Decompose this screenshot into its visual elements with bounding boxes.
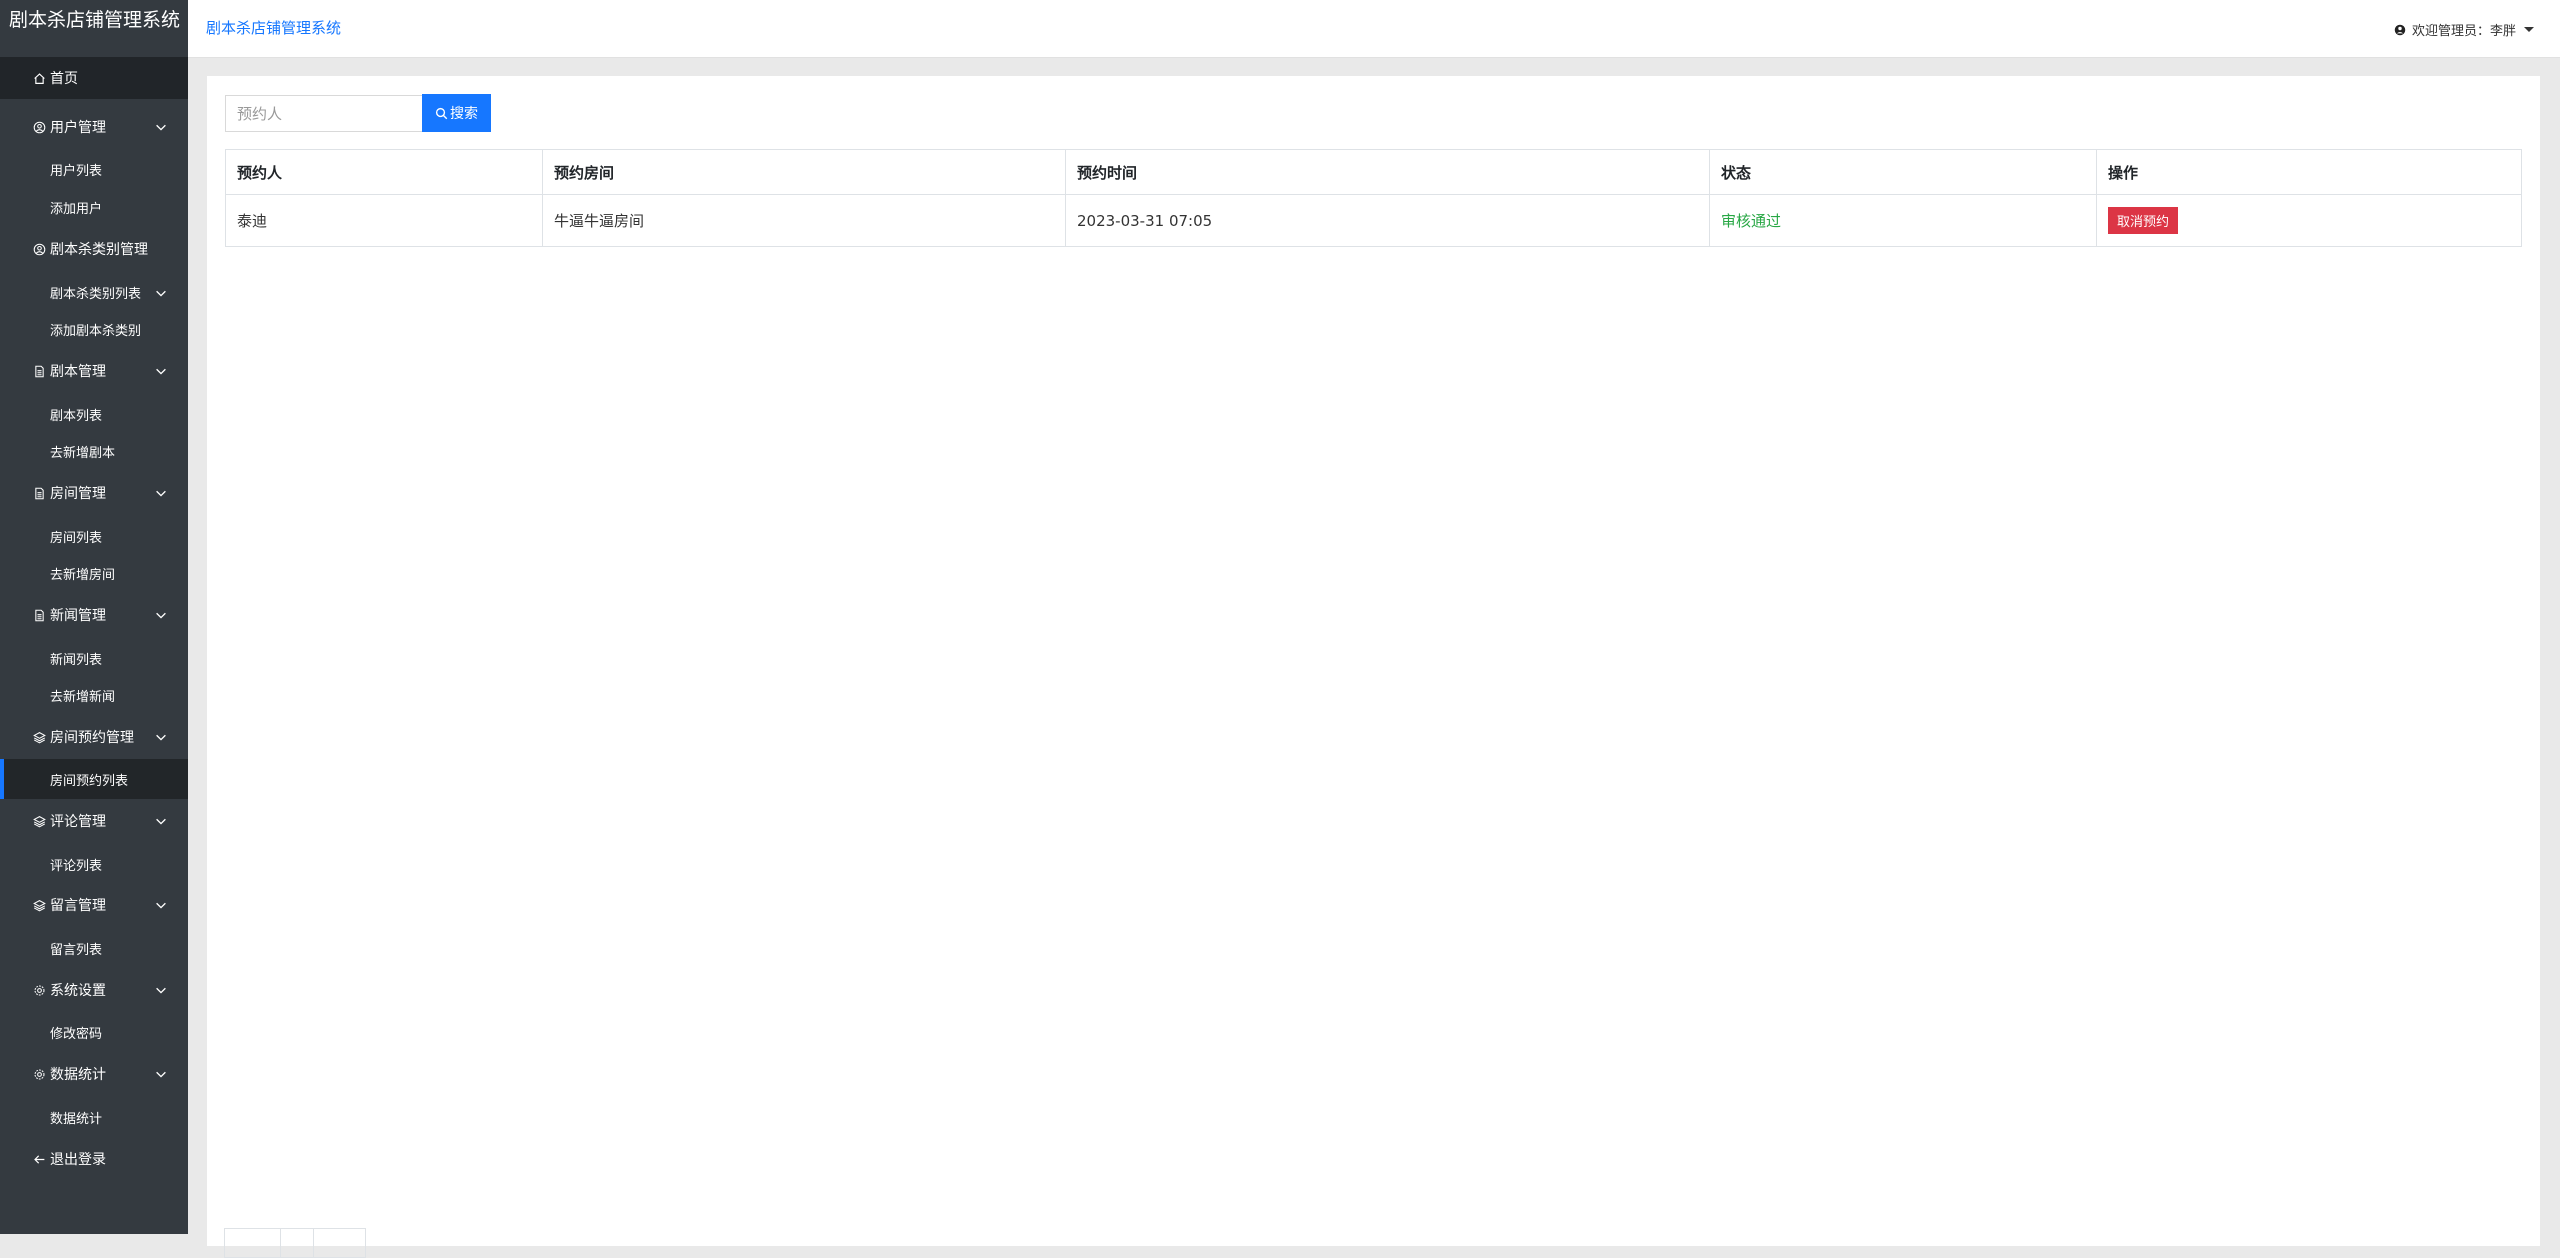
cell-room: 牛逼牛逼房间 <box>542 194 1066 247</box>
sidebar-item-news-list[interactable]: 新闻列表 <box>0 644 188 672</box>
app-brand: 剧本杀店铺管理系统 <box>9 9 181 31</box>
user-icon <box>2394 24 2406 35</box>
reservation-table: 预约人 预约房间 预约时间 状态 操作 泰迪 牛逼牛逼房间 2023-03-31… <box>225 149 2522 247</box>
chevron-down-icon <box>154 364 168 378</box>
chevron-down-icon <box>154 486 168 500</box>
chevron-down-icon <box>154 120 168 134</box>
chevron-down-icon <box>154 730 168 744</box>
document-icon <box>32 364 47 379</box>
user-circle-icon <box>32 242 47 257</box>
column-header: 预约房间 <box>542 149 1066 195</box>
sidebar-item-add-script[interactable]: 去新增剧本 <box>0 437 188 465</box>
document-icon <box>32 608 47 623</box>
column-header: 操作 <box>2096 149 2522 195</box>
chevron-down-icon <box>154 983 168 997</box>
sidebar-group-room[interactable]: 房间管理 <box>0 476 188 510</box>
status-badge: 审核通过 <box>1709 194 2097 247</box>
search-icon <box>435 107 448 119</box>
content-card: 搜索 预约人 预约房间 预约时间 状态 操作 泰迪 牛逼牛逼房间 2023-03… <box>207 76 2540 1258</box>
sidebar-item-add-room[interactable]: 去新增房间 <box>0 559 188 587</box>
breadcrumb[interactable]: 剧本杀店铺管理系统 <box>206 17 341 38</box>
sidebar-item-stats[interactable]: 数据统计 <box>0 1103 188 1131</box>
sidebar: 剧本杀店铺管理系统 首页 用户管理 用户列表 添加用户 剧本杀类别管理 剧本杀类… <box>0 0 188 1234</box>
sidebar-item-label: 退出登录 <box>50 1152 106 1168</box>
sidebar-item-room-list[interactable]: 房间列表 <box>0 522 188 550</box>
sidebar-item-label: 剧本杀类别列表 <box>50 286 142 302</box>
column-header: 预约时间 <box>1065 149 1710 195</box>
sidebar-item-logout[interactable]: 退出登录 <box>0 1142 188 1176</box>
chevron-down-icon <box>154 814 168 828</box>
sidebar-group-category[interactable]: 剧本杀类别管理 <box>0 232 188 266</box>
sidebar-group-user[interactable]: 用户管理 <box>0 110 188 144</box>
sidebar-item-script-list[interactable]: 剧本列表 <box>0 400 188 428</box>
sidebar-item-add-news[interactable]: 去新增新闻 <box>0 681 188 709</box>
chevron-down-icon <box>154 1067 168 1081</box>
arrow-left-icon <box>32 1152 47 1167</box>
pagination-next[interactable] <box>313 1228 366 1258</box>
sidebar-group-reservation[interactable]: 房间预约管理 <box>0 720 188 754</box>
sidebar-group-comment[interactable]: 评论管理 <box>0 804 188 838</box>
chevron-down-icon <box>154 898 168 912</box>
cancel-reservation-button[interactable]: 取消预约 <box>2108 207 2179 234</box>
sidebar-group-news[interactable]: 新闻管理 <box>0 598 188 632</box>
sidebar-item-change-password[interactable]: 修改密码 <box>0 1018 188 1046</box>
sidebar-group-label: 房间预约管理 <box>50 730 134 746</box>
pagination-page[interactable] <box>280 1228 314 1258</box>
sidebar-item-reservation-list[interactable]: 房间预约列表 <box>0 759 188 799</box>
sidebar-item-label: 首页 <box>50 71 78 87</box>
caret-down-icon <box>2524 27 2534 32</box>
cell-person: 泰迪 <box>225 194 543 247</box>
sidebar-item-add-category[interactable]: 添加剧本杀类别 <box>0 315 188 343</box>
table-header-row: 预约人 预约房间 预约时间 状态 操作 <box>225 149 2522 195</box>
sidebar-item-comment-list[interactable]: 评论列表 <box>0 850 188 878</box>
home-icon <box>32 71 47 86</box>
layers-icon <box>32 898 47 913</box>
sidebar-group-label: 剧本杀类别管理 <box>50 242 148 258</box>
user-greeting: 欢迎管理员：李胖 <box>2411 24 2516 39</box>
chevron-down-icon <box>154 608 168 622</box>
user-menu[interactable]: 欢迎管理员：李胖 <box>2394 20 2534 39</box>
sidebar-item-user-list[interactable]: 用户列表 <box>0 155 188 183</box>
gear-icon <box>32 1067 47 1082</box>
sidebar-group-label: 系统设置 <box>50 983 106 999</box>
search-button-label: 搜索 <box>450 106 478 122</box>
user-circle-icon <box>32 120 47 135</box>
sidebar-group-settings[interactable]: 系统设置 <box>0 973 188 1007</box>
column-header: 状态 <box>1709 149 2097 195</box>
sidebar-group-label: 数据统计 <box>50 1067 106 1083</box>
sidebar-group-label: 房间管理 <box>50 486 106 502</box>
sidebar-group-label: 新闻管理 <box>50 608 106 624</box>
sidebar-item-add-user[interactable]: 添加用户 <box>0 193 188 221</box>
sidebar-group-label: 用户管理 <box>50 120 106 136</box>
sidebar-group-stats[interactable]: 数据统计 <box>0 1057 188 1091</box>
sidebar-group-label: 评论管理 <box>50 814 106 830</box>
chevron-down-icon <box>154 286 168 300</box>
sidebar-item-home[interactable]: 首页 <box>0 57 188 99</box>
column-header: 预约人 <box>225 149 543 195</box>
sidebar-item-message-list[interactable]: 留言列表 <box>0 934 188 962</box>
layers-icon <box>32 814 47 829</box>
sidebar-group-message[interactable]: 留言管理 <box>0 888 188 922</box>
search-input[interactable] <box>225 95 423 132</box>
layers-icon <box>32 730 47 745</box>
sidebar-group-label: 剧本管理 <box>50 364 106 380</box>
search-button[interactable]: 搜索 <box>422 94 491 132</box>
cell-time: 2023-03-31 07:05 <box>1065 194 1710 247</box>
sidebar-group-script[interactable]: 剧本管理 <box>0 354 188 388</box>
sidebar-group-label: 留言管理 <box>50 898 106 914</box>
pagination <box>224 1228 366 1258</box>
gear-icon <box>32 983 47 998</box>
document-icon <box>32 486 47 501</box>
table-row: 泰迪 牛逼牛逼房间 2023-03-31 07:05 审核通过 取消预约 <box>225 194 2522 247</box>
pagination-prev[interactable] <box>224 1228 281 1258</box>
top-bar: 剧本杀店铺管理系统 欢迎管理员：李胖 <box>188 0 2560 58</box>
sidebar-item-category-list[interactable]: 剧本杀类别列表 <box>0 278 188 306</box>
cell-action: 取消预约 <box>2096 194 2522 247</box>
